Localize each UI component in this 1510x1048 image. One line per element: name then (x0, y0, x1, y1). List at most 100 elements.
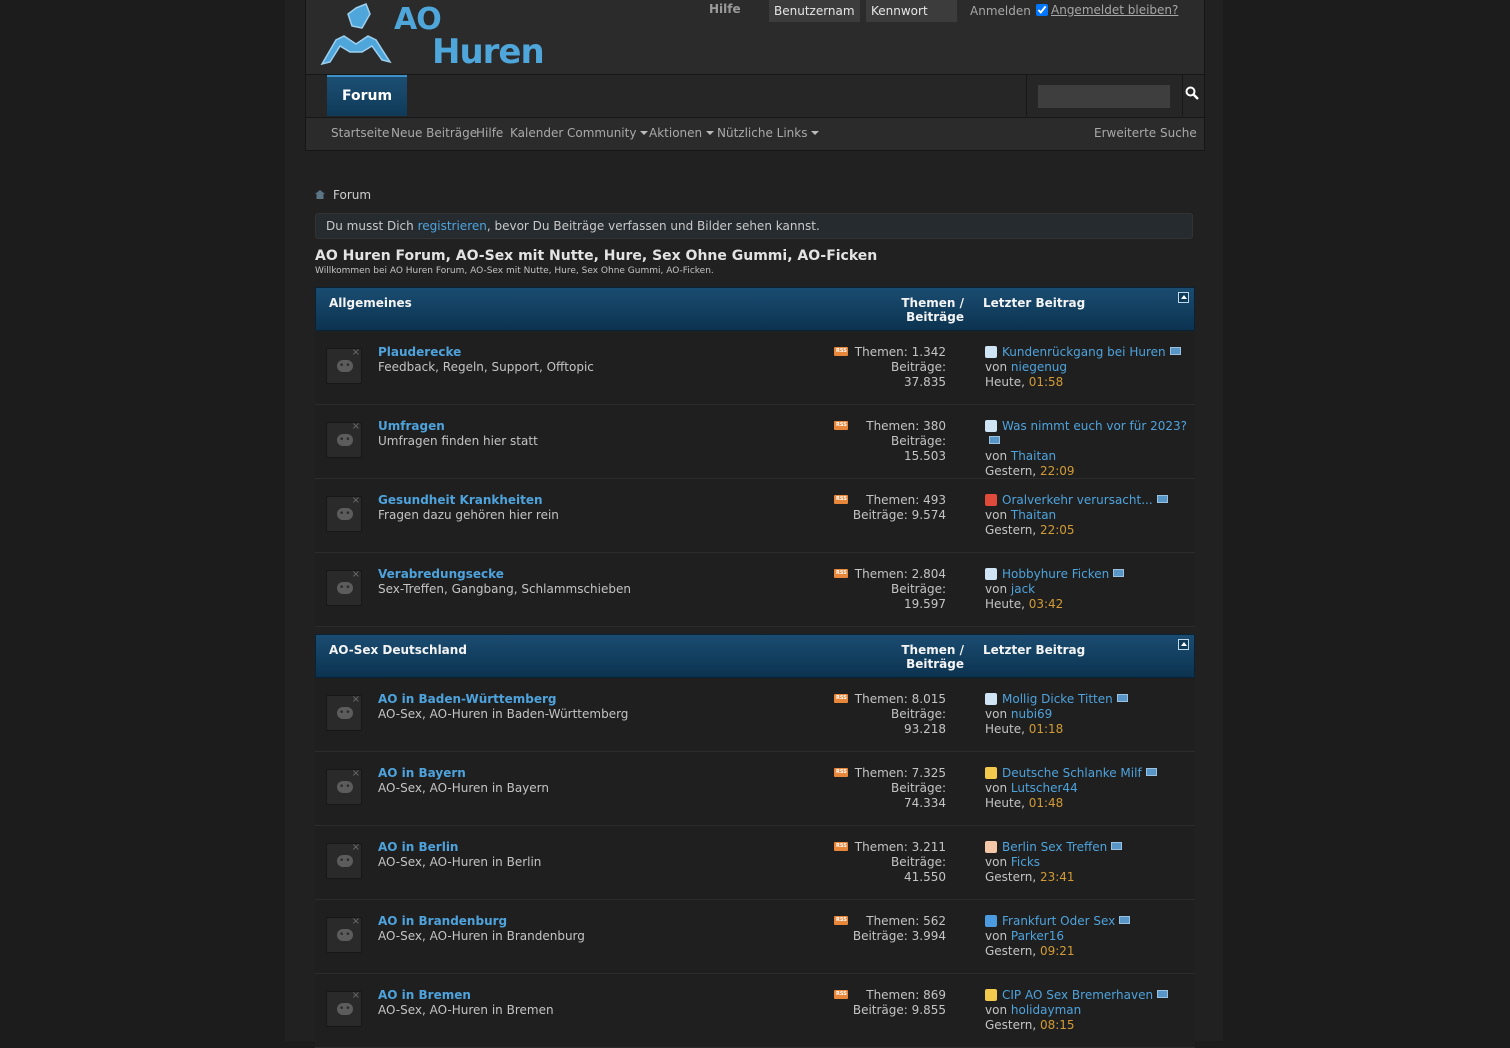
last-post: Mollig Dicke Titten von nubi69 Heute, 01:1… (985, 692, 1195, 737)
home-icon[interactable] (315, 190, 325, 199)
breadcrumb-forum[interactable]: Forum (333, 188, 371, 202)
go-to-post-icon[interactable] (1116, 694, 1128, 702)
last-post-time: 01:58 (1028, 375, 1064, 389)
last-post-title[interactable]: Kundenrückgang bei Huren (1002, 345, 1166, 359)
threads-count: Themen: 869 (866, 988, 946, 1002)
go-to-post-icon[interactable] (1111, 842, 1123, 850)
forum-description: AO-Sex, AO-Huren in Brandenburg (378, 929, 585, 943)
forum-row: ••• × AO in Brandenburg AO-Sex, AO-Huren in… (315, 900, 1195, 974)
last-post: Berlin Sex Treffen von Ficks Gestern, 23:4… (985, 840, 1195, 885)
login-button[interactable]: Anmelden (970, 4, 1031, 18)
last-post: Deutsche Schlanke Milf von Lutscher44 Heut… (985, 766, 1195, 811)
subnav-community[interactable]: Community (567, 126, 649, 140)
last-post-user[interactable]: Thaitan (1011, 449, 1056, 463)
tab-forum[interactable]: Forum (327, 75, 407, 116)
last-post-time: 22:05 (1039, 523, 1075, 537)
last-post-time: 01:48 (1028, 796, 1064, 810)
forum-link[interactable]: AO in Bayern (378, 766, 466, 780)
last-post-title[interactable]: Hobbyhure Ficken (1002, 567, 1109, 581)
username-input[interactable] (769, 0, 860, 22)
by-label: von (985, 582, 1011, 596)
search-icon[interactable] (1182, 83, 1202, 107)
forum-link[interactable]: Plauderecke (378, 345, 461, 359)
forum-row: •••× UmfragenUmfragen finden hier statt Th… (315, 405, 1195, 479)
column-threads-posts: Themen / Beiträge (901, 296, 964, 324)
last-post-user[interactable]: nubi69 (1011, 707, 1052, 721)
collapse-icon[interactable] (1178, 639, 1189, 650)
go-to-post-icon[interactable] (1169, 347, 1181, 355)
forum-description: Umfragen finden hier statt (378, 434, 538, 448)
last-post: Kundenrückgang bei Huren von niegenug Heut… (985, 345, 1195, 390)
last-post-title[interactable]: Berlin Sex Treffen (1002, 840, 1107, 854)
subnav-nuetzliche-links[interactable]: Nützliche Links (717, 126, 820, 140)
last-post-title[interactable]: CIP AO Sex Bremerhaven (1002, 988, 1153, 1002)
category-title[interactable]: Allgemeines (329, 296, 412, 310)
forum-stats: Themen: 562 Beiträge: 3.994 (846, 914, 946, 944)
category-title[interactable]: AO-Sex Deutschland (329, 643, 467, 657)
last-post-title[interactable]: Frankfurt Oder Sex (1002, 914, 1115, 928)
chevron-down-icon (706, 131, 715, 135)
subnav-neue-beitraege[interactable]: Neue Beiträge (391, 126, 477, 140)
last-post-user[interactable]: Ficks (1011, 855, 1040, 869)
last-post-title[interactable]: Oralverkehr verursacht... (1002, 493, 1153, 507)
last-post-user[interactable]: Thaitan (1011, 508, 1056, 522)
forum-row: ••• × AO in Baden-Württemberg AO-Sex, AO-Hu… (315, 678, 1195, 752)
document-icon (985, 693, 997, 705)
last-post-title[interactable]: Was nimmt euch vor für 2023? (1002, 419, 1187, 433)
by-label: von (985, 360, 1011, 374)
search-area (1026, 75, 1183, 116)
go-to-post-icon[interactable] (1145, 768, 1157, 776)
forum-description: AO-Sex, AO-Huren in Bayern (378, 781, 549, 795)
by-label: von (985, 449, 1011, 463)
last-post-user[interactable]: holidayman (1011, 1003, 1081, 1017)
forum-link[interactable]: AO in Berlin (378, 840, 458, 854)
last-post-time: 01:18 (1028, 722, 1064, 736)
go-to-post-icon[interactable] (1157, 990, 1169, 998)
last-post: Hobbyhure Ficken von jack Heute, 03:42 (985, 567, 1195, 612)
last-post-title[interactable]: Deutsche Schlanke Milf (1002, 766, 1142, 780)
subnav-kalender[interactable]: Kalender (510, 126, 563, 140)
subnav-aktionen[interactable]: Aktionen (649, 126, 715, 140)
breadcrumb: Forum (315, 188, 371, 202)
remember-me[interactable]: Angemeldet bleiben? (1036, 3, 1178, 17)
forum-link[interactable]: AO in Bremen (378, 988, 471, 1002)
remember-checkbox[interactable] (1036, 4, 1048, 16)
forum-stats: Themen: 1.342 Beiträge: 37.835 (846, 345, 946, 390)
last-post-user[interactable]: Lutscher44 (1011, 781, 1078, 795)
last-post-user[interactable]: niegenug (1011, 360, 1067, 374)
forum-link[interactable]: Umfragen (378, 419, 445, 433)
go-to-post-icon[interactable] (1156, 495, 1168, 503)
forum-link[interactable]: Verabredungsecke (378, 567, 504, 581)
forum-link[interactable]: Gesundheit Krankheiten (378, 493, 543, 507)
help-link[interactable]: Hilfe (709, 2, 741, 16)
search-input[interactable] (1038, 85, 1170, 108)
document-icon (985, 568, 997, 580)
threads-count: Themen: 493 (866, 493, 946, 507)
header: AO Huren Hilfe Anmelden Angemeldet bleib… (305, 0, 1205, 151)
forum-link[interactable]: AO in Brandenburg (378, 914, 507, 928)
cool-smiley-icon (985, 989, 997, 1001)
question-icon (985, 915, 997, 927)
posts-count: 19.597 (904, 597, 946, 611)
category-header: AO-Sex Deutschland Themen / Beiträge Letzt… (315, 634, 1195, 678)
go-to-post-icon[interactable] (989, 436, 1000, 444)
password-input[interactable] (866, 0, 957, 22)
site-logo[interactable]: AO Huren (316, 0, 556, 72)
forum-title: AO Huren Forum, AO-Sex mit Nutte, Hure, … (315, 248, 878, 264)
register-link[interactable]: registrieren (418, 219, 487, 233)
collapse-icon[interactable] (1178, 292, 1189, 303)
posts-label: Beiträge: 3.994 (852, 929, 946, 943)
last-post-title[interactable]: Mollig Dicke Titten (1002, 692, 1113, 706)
go-to-post-icon[interactable] (1119, 916, 1131, 924)
advanced-search-link[interactable]: Erweiterte Suche (1094, 126, 1197, 140)
forum-status-icon: ••• × (326, 916, 362, 953)
posts-count: 41.550 (904, 870, 946, 884)
forum-stats: Themen: 493 Beiträge: 9.574 (846, 493, 946, 523)
go-to-post-icon[interactable] (1113, 569, 1125, 577)
subnav-startseite[interactable]: Startseite (331, 126, 389, 140)
subnav-hilfe[interactable]: Hilfe (476, 126, 503, 140)
posts-count: 15.503 (904, 449, 946, 463)
last-post-user[interactable]: Parker16 (1011, 929, 1064, 943)
last-post-user[interactable]: jack (1011, 582, 1035, 596)
forum-link[interactable]: AO in Baden-Württemberg (378, 692, 557, 706)
